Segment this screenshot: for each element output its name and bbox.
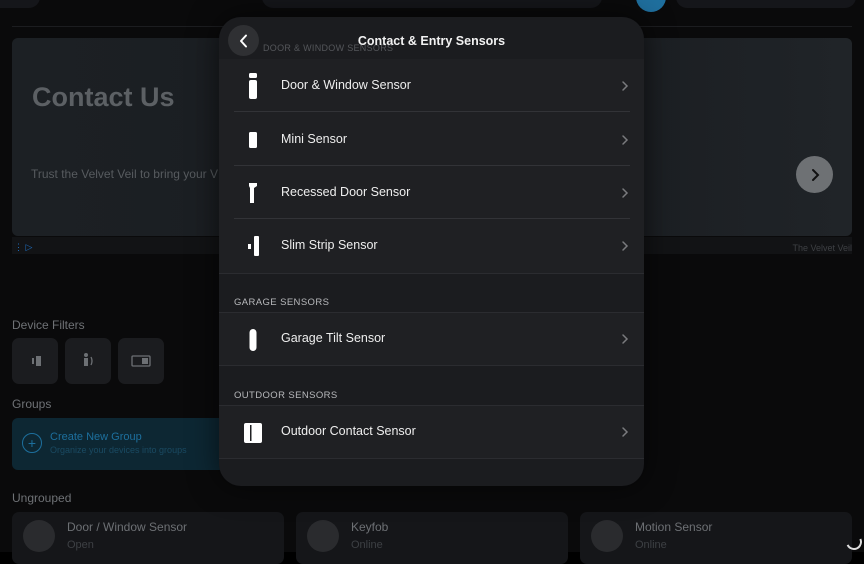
ungrouped-label: Ungrouped [12,491,72,505]
modal-title: Contact & Entry Sensors [357,34,506,48]
top-toolbar-button[interactable] [0,0,40,8]
sensor-row-garage-tilt[interactable]: Garage Tilt Sensor [219,313,644,366]
section-header-outdoor: OUTDOOR SENSORS [234,390,338,401]
device-status: Online [635,539,667,551]
ad-next-button[interactable] [796,156,833,193]
filter-contact-button[interactable] [12,338,58,384]
modal-header: DOOR & WINDOW SENSORS Contact & Entry Se… [219,17,644,59]
ad-choices-icon[interactable]: ⋮ ▷ [14,242,32,253]
section-header-garage: GARAGE SENSORS [234,297,330,308]
ad-title: Contact Us [32,82,175,112]
device-name: Motion Sensor [635,520,713,534]
garage-tilt-sensor-icon [241,327,265,353]
sensor-picker-modal: DOOR & WINDOW SENSORS Contact & Entry Se… [219,17,644,486]
top-search-bar[interactable] [262,0,602,8]
door-window-sensor-icon [241,73,265,99]
group-divider [219,458,644,459]
keyfob-icon [307,520,339,552]
keypad-filter-icon [131,355,151,367]
sensor-row-outdoor-contact[interactable]: Outdoor Contact Sensor [219,406,644,459]
mini-sensor-icon [241,127,265,153]
chevron-right-icon [622,81,629,91]
device-filters-label: Device Filters [12,318,85,332]
create-group-subtitle: Organize your devices into groups [50,445,187,455]
sensor-group-outdoor: Outdoor Contact Sensor [219,406,644,458]
filter-keypad-button[interactable] [118,338,164,384]
chevron-right-icon [622,135,629,145]
top-action-button[interactable] [676,0,856,8]
chevron-right-icon [811,168,819,181]
sensor-row-door-window[interactable]: Door & Window Sensor [219,59,644,112]
sensor-label: Slim Strip Sensor [281,238,378,252]
create-group-card[interactable] [12,418,227,470]
device-status: Open [67,539,94,551]
sensor-label: Outdoor Contact Sensor [281,424,416,438]
chevron-right-icon [622,188,629,198]
row-divider [234,111,630,112]
motion-filter-icon [84,353,93,366]
ad-text: Trust the Velvet Veil to bring your V [31,167,218,181]
create-group-title: Create New Group [50,431,142,443]
group-divider [219,365,644,366]
chevron-right-icon [622,241,629,251]
sensor-label: Recessed Door Sensor [281,185,411,199]
device-name: Door / Window Sensor [67,520,188,534]
recessed-door-sensor-icon [241,180,265,206]
group-divider [219,273,644,274]
back-button[interactable] [228,25,259,56]
ad-brand: The Velvet Veil [792,243,852,253]
plus-circle-icon: + [22,433,42,453]
contact-sensor-filter-icon [32,356,41,366]
sensor-row-slim-strip[interactable]: Slim Strip Sensor [219,219,644,272]
groups-label: Groups [12,397,52,411]
sensor-row-recessed[interactable]: Recessed Door Sensor [219,166,644,219]
sensor-label: Garage Tilt Sensor [281,331,386,345]
sensor-group-door-window: Door & Window Sensor Mini Sensor Recesse… [219,59,644,273]
sensor-group-garage: Garage Tilt Sensor [219,313,644,365]
filter-motion-button[interactable] [65,338,111,384]
device-status: Online [351,539,383,551]
sensor-label: Mini Sensor [281,132,347,146]
chevron-right-icon [622,427,629,437]
sensor-label: Door & Window Sensor [281,78,411,92]
sensor-row-mini[interactable]: Mini Sensor [219,113,644,166]
door-sensor-icon [23,520,55,552]
slim-strip-sensor-icon [241,233,265,259]
chevron-left-icon [239,34,247,47]
chevron-right-icon [622,334,629,344]
outdoor-contact-sensor-icon [241,420,265,446]
motion-sensor-icon [591,520,623,552]
device-name: Keyfob [351,520,389,534]
